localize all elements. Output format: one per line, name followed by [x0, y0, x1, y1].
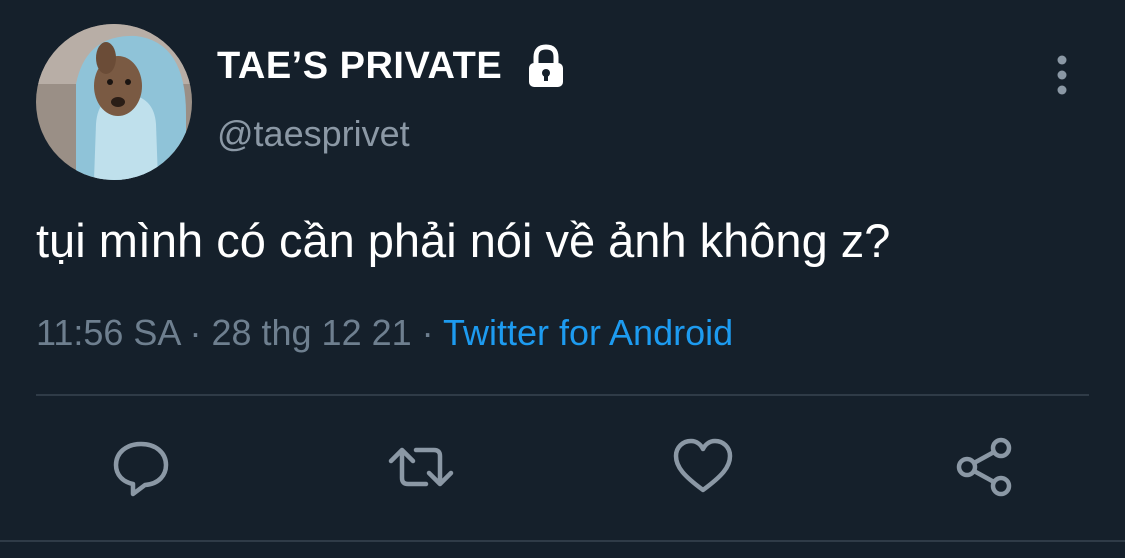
tweet-meta: 11:56 SA · 28 thg 12 21 · Twitter for An… [36, 310, 733, 356]
avatar[interactable] [36, 24, 192, 180]
tweet-time[interactable]: 11:56 SA [36, 312, 179, 353]
retweet-icon[interactable] [388, 434, 454, 500]
share-icon[interactable] [952, 434, 1018, 500]
divider [36, 394, 1089, 396]
display-name-text: TAE’S PRIVATE [217, 45, 503, 87]
meta-separator: · [411, 312, 443, 353]
reply-bubble-icon[interactable] [108, 434, 174, 500]
heart-icon[interactable] [670, 434, 736, 500]
user-handle[interactable]: @taesprivet [217, 112, 410, 156]
tweet-text: tụi mình có cần phải nói về ảnh không z? [36, 214, 891, 267]
tweet-date[interactable]: 28 thg 12 21 [211, 312, 411, 353]
vertical-ellipsis-icon[interactable] [1044, 52, 1080, 100]
tweet-source-link[interactable]: Twitter for Android [443, 312, 733, 353]
display-name[interactable]: TAE’S PRIVATE [217, 42, 568, 90]
meta-separator: · [179, 312, 212, 353]
avatar-image [36, 24, 192, 180]
bottom-divider [0, 540, 1125, 542]
lock-icon [524, 42, 568, 90]
